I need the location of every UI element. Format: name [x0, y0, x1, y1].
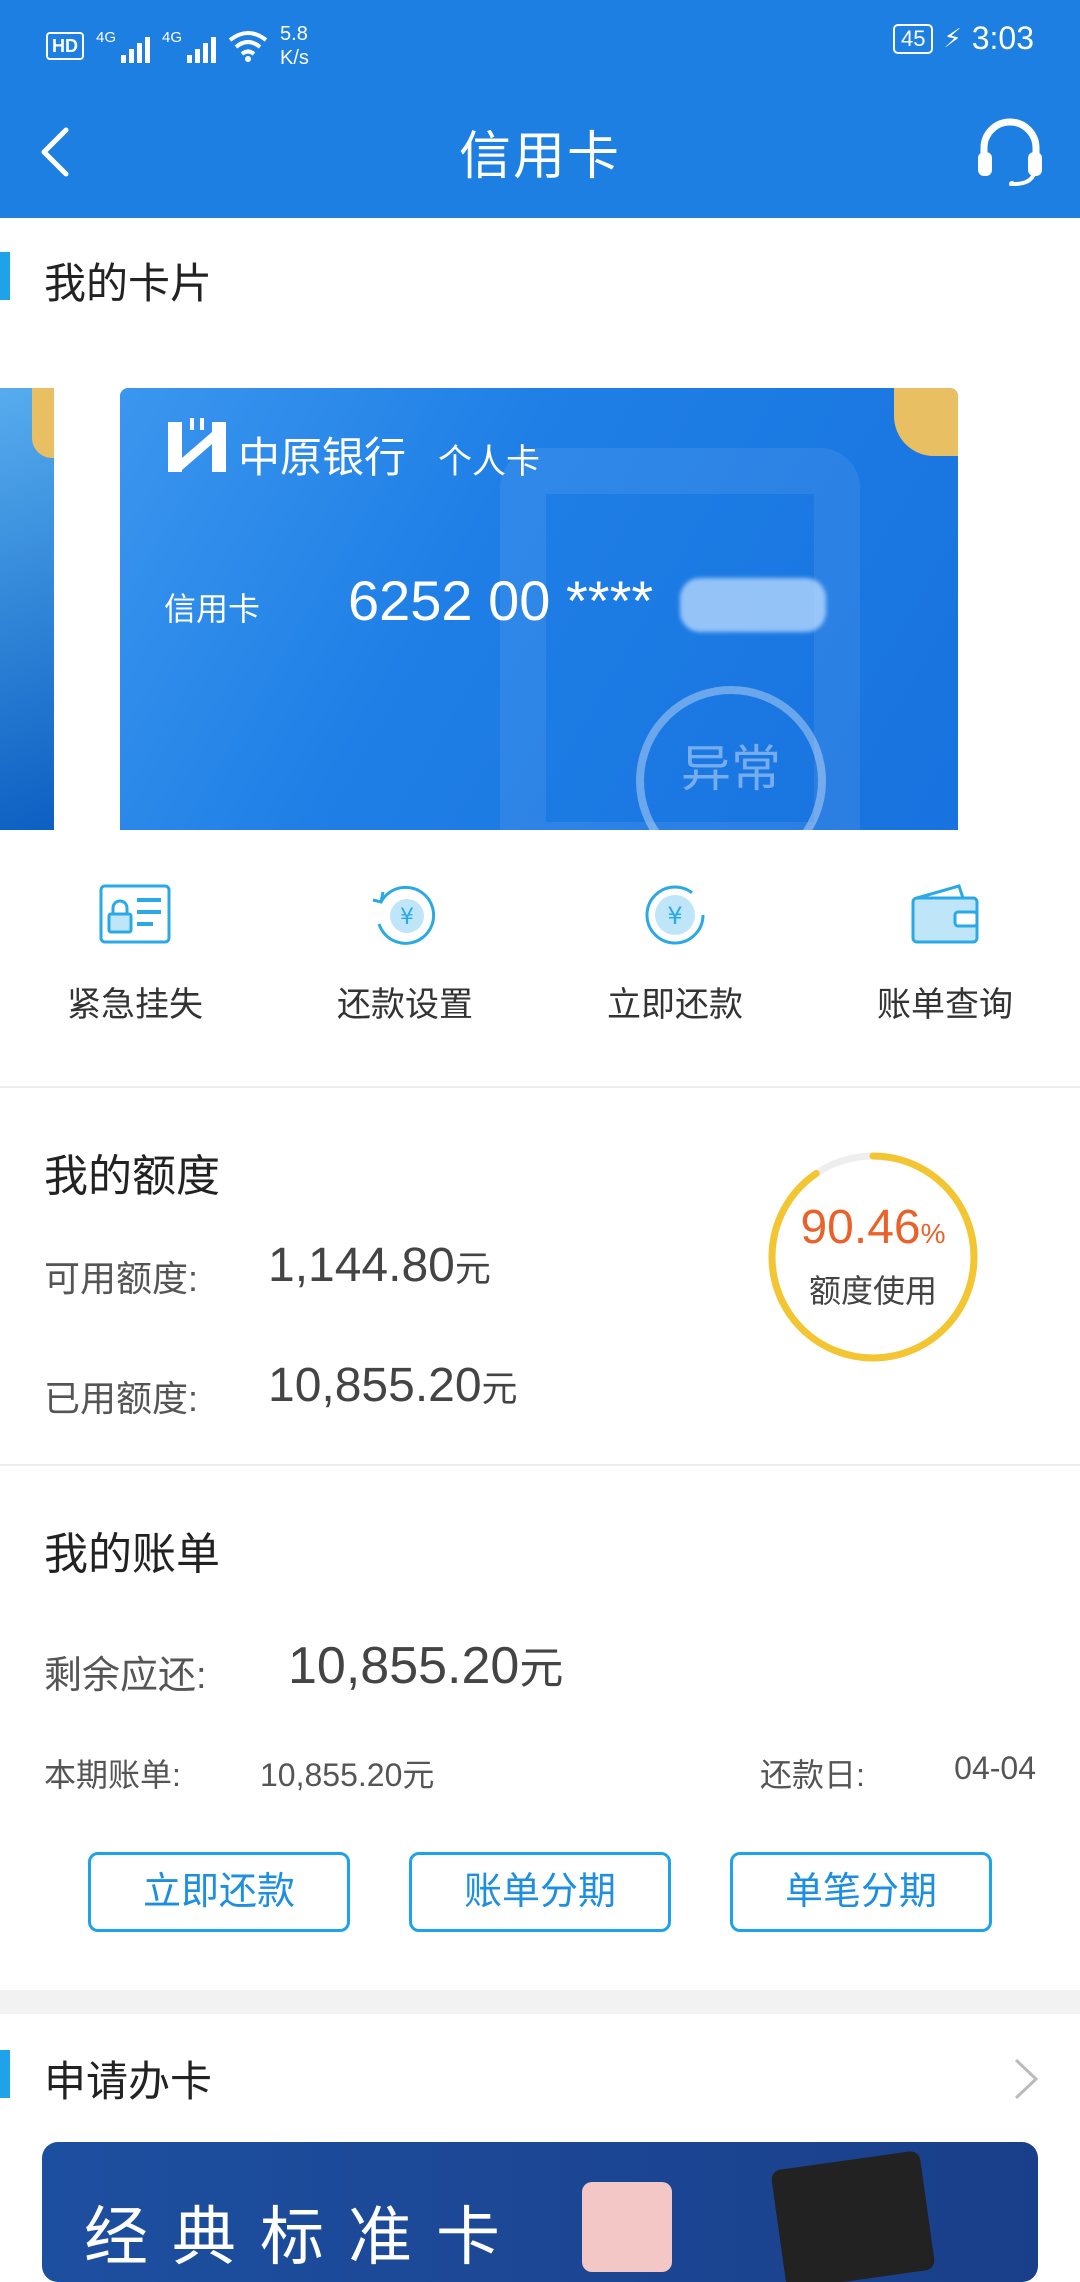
action-label: 还款设置 — [337, 986, 473, 1024]
due-date-value: 04-04 — [954, 1750, 1036, 1786]
yuan-coin-icon: ¥ — [645, 885, 705, 945]
network-speed: 5.8 K/s — [280, 23, 309, 69]
bank-logo-icon — [168, 418, 226, 472]
repay-settings-icon: ¥ — [372, 885, 436, 945]
current-bill-label: 本期账单: — [44, 1757, 181, 1793]
section-header-my-cards: 我的卡片 — [0, 246, 1080, 307]
used-quota-value: 10,855.20元 — [268, 1359, 518, 1412]
battery-level: 45 — [892, 23, 934, 54]
previous-card[interactable] — [0, 388, 54, 830]
card-type: 个人卡 — [438, 443, 540, 481]
action-report-loss[interactable]: 紧急挂失 — [0, 880, 270, 1030]
network-type-1: 4G — [96, 29, 117, 46]
clock: 3:03 — [971, 20, 1034, 56]
usage-percent: 90.46% — [800, 1201, 946, 1254]
masked-digits — [680, 578, 826, 632]
action-repay-settings[interactable]: ¥ 还款设置 — [270, 880, 540, 1030]
remaining-label: 剩余应还: — [44, 1655, 207, 1697]
single-installment-button[interactable]: 单笔分期 — [730, 1852, 992, 1932]
repay-now-button[interactable]: 立即还款 — [88, 1852, 350, 1932]
signal-icon-1: 4G — [96, 29, 151, 63]
customer-service-icon[interactable] — [974, 114, 1046, 186]
credit-card[interactable]: 中原银行 个人卡 信用卡 6252 00 **** 异常 — [120, 388, 958, 830]
signal-icon-2: 4G — [162, 29, 217, 63]
available-quota-label: 可用额度: — [44, 1258, 199, 1299]
bill-title: 我的账单 — [44, 1530, 220, 1579]
action-repay-now[interactable]: ¥ 立即还款 — [540, 880, 810, 1030]
card-carousel[interactable]: 中原银行 个人卡 信用卡 6252 00 **** 异常 — [0, 388, 1080, 830]
divider — [0, 1464, 1080, 1466]
current-bill-value: 10,855.20元 — [260, 1757, 435, 1793]
card-promo-banner[interactable]: 经典标准卡 — [42, 2142, 1038, 2282]
card-corner-decoration — [894, 388, 958, 456]
banner-title: 经典标准卡 — [84, 2201, 524, 2273]
action-label: 立即还款 — [607, 986, 743, 1024]
bill-installment-button[interactable]: 账单分期 — [409, 1852, 671, 1932]
banner-logo — [582, 2182, 672, 2272]
section-accent-bar — [0, 2050, 10, 2098]
wallet-icon — [911, 884, 979, 944]
hd-indicator: HD — [46, 32, 84, 60]
action-label: 账单查询 — [877, 986, 1013, 1024]
quick-actions: 紧急挂失 ¥ 还款设置 ¥ 立即还款 账单查询 — [0, 880, 1080, 1030]
used-quota-label: 已用额度: — [44, 1378, 199, 1419]
banner-card-image — [770, 2150, 936, 2282]
action-bill-query[interactable]: 账单查询 — [810, 880, 1080, 1030]
usage-caption: 额度使用 — [808, 1273, 937, 1309]
section-gap — [0, 1990, 1080, 2014]
available-quota-value: 1,144.80元 — [268, 1239, 491, 1292]
action-label: 紧急挂失 — [67, 986, 203, 1024]
usage-ring: 90.46% 额度使用 — [764, 1148, 982, 1366]
bank-name: 中原银行 — [238, 434, 407, 481]
section-header-apply-card[interactable]: 申请办卡 — [0, 2044, 1080, 2105]
title-bar: 信用卡 — [0, 86, 1080, 218]
divider — [0, 1086, 1080, 1088]
svg-text:¥: ¥ — [667, 902, 682, 930]
quota-title: 我的额度 — [44, 1152, 220, 1201]
chevron-right-icon[interactable] — [1012, 2056, 1040, 2102]
wifi-icon — [228, 31, 268, 62]
remaining-value: 10,855.20元 — [288, 1637, 564, 1695]
due-date-label: 还款日: — [760, 1757, 865, 1793]
section-title: 我的卡片 — [44, 260, 213, 307]
section-accent-bar — [0, 252, 10, 300]
lock-card-icon — [99, 884, 171, 944]
card-label: 信用卡 — [164, 591, 261, 627]
status-bar: HD 4G 4G 5.8 K/s 45 ⚡ 3:03 — [0, 0, 1080, 86]
charging-icon: ⚡ — [943, 23, 962, 53]
svg-text:¥: ¥ — [400, 905, 414, 930]
card-number: 6252 00 **** — [348, 569, 654, 632]
network-type-2: 4G — [162, 29, 183, 46]
section-title: 申请办卡 — [44, 2058, 213, 2105]
usage-ring-graphic — [768, 1152, 978, 1362]
page-title: 信用卡 — [458, 128, 621, 186]
